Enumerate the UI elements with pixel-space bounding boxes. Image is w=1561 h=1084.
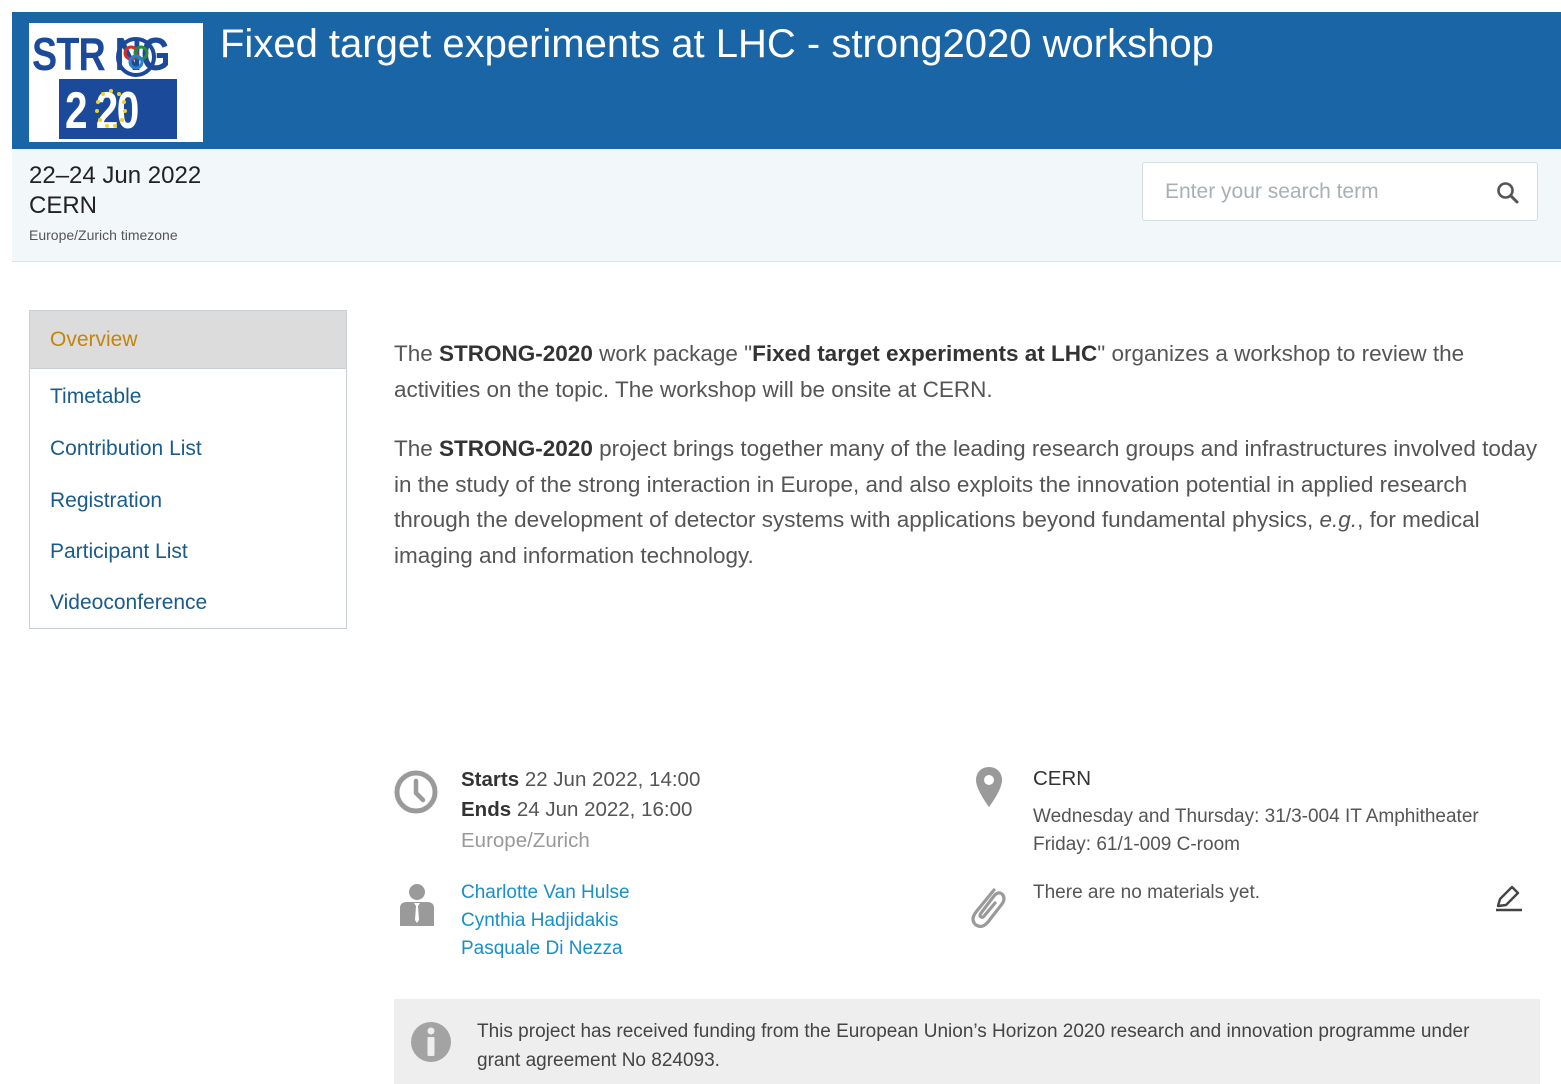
location-name: CERN [1033, 767, 1092, 790]
event-description: The STRONG-2020 work package "Fixed targ… [394, 336, 1544, 597]
event-info-bar: 22–24 Jun 2022 CERN Europe/Zurich timezo… [12, 149, 1561, 262]
strong2020-logo[interactable]: STR NG 2 20 [29, 23, 203, 142]
event-ends: Ends 24 Jun 2022, 16:00 [461, 798, 693, 821]
description-paragraph-2: The STRONG-2020 project brings together … [394, 436, 1538, 568]
menu-item-videoconference[interactable]: Videoconference [30, 577, 346, 629]
menu-item-registration[interactable]: Registration [30, 475, 346, 527]
location-line-2: Friday: 61/1-009 C-room [1033, 834, 1240, 855]
clock-icon [394, 770, 438, 814]
logo-bottom-block: 2 20 [59, 79, 177, 140]
search-input[interactable] [1165, 175, 1485, 209]
funding-notice: This project has received funding from t… [394, 999, 1540, 1084]
event-menu: Overview Timetable Contribution List Reg… [29, 310, 347, 629]
eu-stars-icon [95, 89, 127, 128]
location-line-1: Wednesday and Thursday: 31/3-004 IT Amph… [1033, 806, 1479, 827]
logo-rings-icon [116, 37, 156, 77]
materials-text: There are no materials yet. [1033, 882, 1261, 903]
event-date: 22–24 Jun 2022 [29, 162, 202, 189]
event-starts: Starts 22 Jun 2022, 14:00 [461, 768, 701, 791]
chair-link-1[interactable]: Charlotte Van Hulse [461, 882, 630, 904]
person-icon [400, 884, 434, 926]
menu-item-overview[interactable]: Overview [30, 311, 346, 369]
search-box [1142, 162, 1538, 221]
info-icon [411, 1022, 451, 1062]
event-header: STR NG 2 20 Fixed target experiments at … [12, 12, 1561, 149]
description-paragraph-1: The STRONG-2020 work package "Fixed targ… [394, 341, 1465, 402]
chair-link-2[interactable]: Cynthia Hadjidakis [461, 910, 618, 932]
event-venue: CERN [29, 192, 98, 219]
menu-item-timetable[interactable]: Timetable [30, 371, 346, 423]
event-title: Fixed target experiments at LHC - strong… [220, 22, 1214, 66]
menu-item-participant-list[interactable]: Participant List [30, 526, 346, 578]
menu-item-contribution-list[interactable]: Contribution List [30, 423, 346, 475]
event-timezone: Europe/Zurich timezone [29, 227, 178, 243]
paperclip-icon [971, 888, 1006, 929]
map-pin-icon [976, 767, 1002, 807]
event-tz-detail: Europe/Zurich [461, 829, 590, 852]
funding-notice-text: This project has received funding from t… [477, 1021, 1470, 1071]
edit-pencil-icon[interactable] [1494, 884, 1524, 912]
search-icon[interactable] [1495, 180, 1521, 206]
chair-link-3[interactable]: Pasquale Di Nezza [461, 938, 623, 960]
